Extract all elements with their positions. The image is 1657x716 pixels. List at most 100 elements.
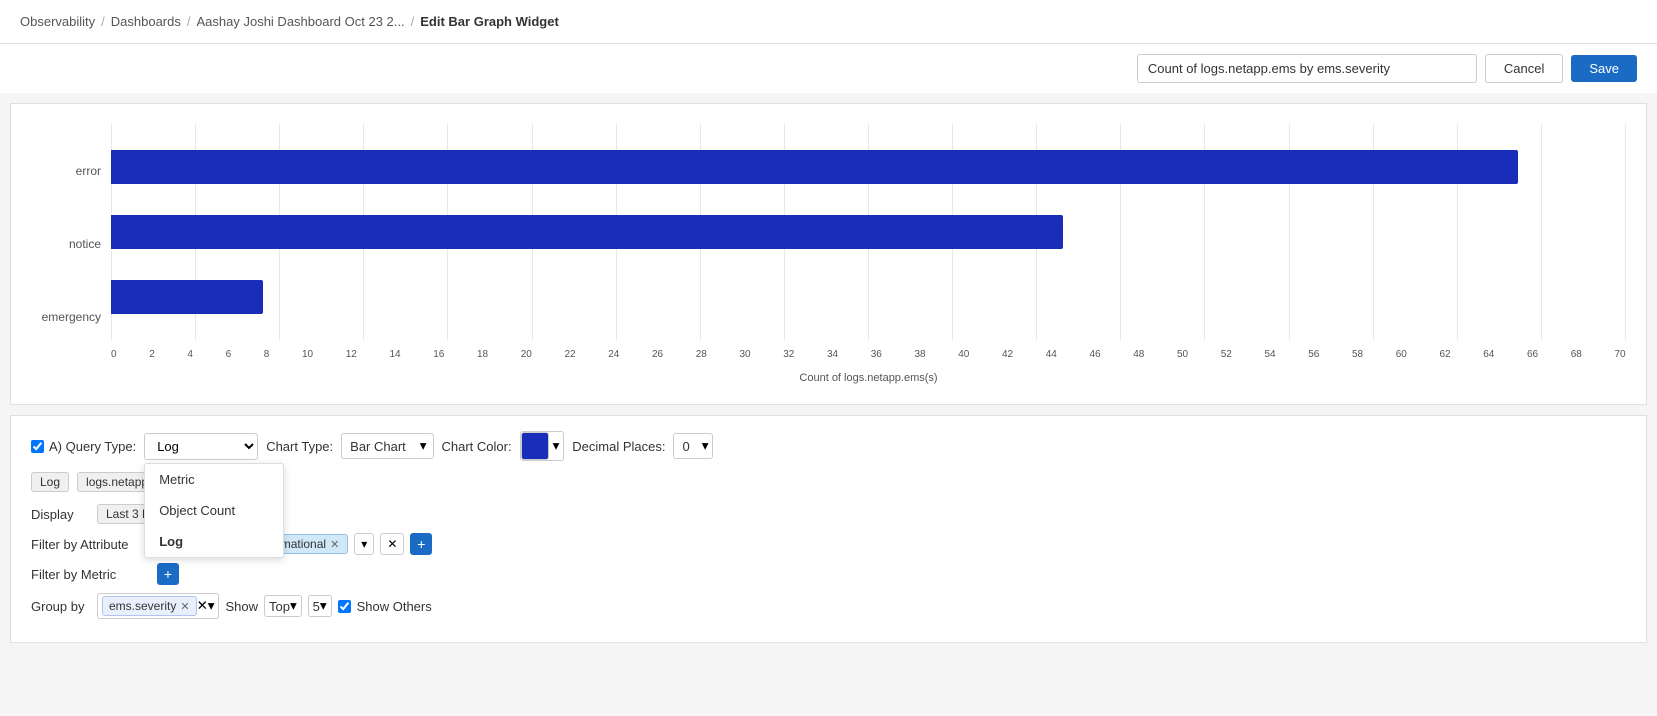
query-checkbox[interactable] bbox=[31, 440, 44, 453]
breadcrumb-dashboard-name[interactable]: Aashay Joshi Dashboard Oct 23 2... bbox=[197, 14, 405, 29]
sep1: / bbox=[101, 14, 105, 29]
x-tick: 28 bbox=[696, 349, 707, 360]
x-tick: 38 bbox=[914, 349, 925, 360]
x-tick: 58 bbox=[1352, 349, 1363, 360]
filter-attr-label: Filter by Attribute bbox=[31, 537, 151, 552]
chart-area: error notice emergency bbox=[31, 124, 1626, 384]
filter-attr-value-remove[interactable]: ✕ bbox=[330, 538, 339, 551]
x-tick: 12 bbox=[346, 349, 357, 360]
x-tick: 10 bbox=[302, 349, 313, 360]
query-type-dropdown-container: Log Metric Object Count Metric Object Co… bbox=[144, 433, 258, 460]
x-tick: 42 bbox=[1002, 349, 1013, 360]
x-tick: 32 bbox=[783, 349, 794, 360]
x-tick: 60 bbox=[1396, 349, 1407, 360]
x-tick: 56 bbox=[1308, 349, 1319, 360]
query-section: A) Query Type: Log Metric Object Count M… bbox=[10, 415, 1647, 643]
breadcrumb: Observability / Dashboards / Aashay Josh… bbox=[0, 0, 1657, 44]
top-bar: Cancel Save bbox=[0, 44, 1657, 93]
y-label-error: error bbox=[76, 164, 101, 178]
group-by-tag-text: ems.severity bbox=[109, 599, 176, 613]
chart-color-container: ▾ bbox=[520, 431, 565, 461]
decimal-dropdown-btn[interactable]: ▾ bbox=[698, 434, 713, 458]
x-tick: 8 bbox=[264, 349, 270, 360]
x-axis-ticks: 0 2 4 6 8 10 12 14 16 18 20 22 24 26 bbox=[111, 349, 1626, 360]
breadcrumb-current: Edit Bar Graph Widget bbox=[420, 14, 559, 29]
x-tick: 50 bbox=[1177, 349, 1188, 360]
x-tick: 22 bbox=[564, 349, 575, 360]
y-labels: error notice emergency bbox=[31, 124, 111, 384]
sep2: / bbox=[187, 14, 191, 29]
query-type-select[interactable]: Log Metric Object Count bbox=[144, 433, 258, 460]
group-by-label: Group by bbox=[31, 599, 91, 614]
chart-color-btn[interactable] bbox=[521, 432, 549, 460]
group-by-row: Group by ems.severity ✕ ✕ ▾ Show Top ▾ 5… bbox=[31, 593, 1626, 619]
chart-type-value: Bar Chart bbox=[342, 435, 414, 458]
x-tick: 48 bbox=[1133, 349, 1144, 360]
chart-color-dropdown-btn[interactable]: ▾ bbox=[549, 434, 564, 458]
top-dropdown-btn[interactable]: ▾ bbox=[290, 598, 297, 614]
filter-attr-add-btn[interactable]: + bbox=[410, 533, 432, 555]
bar-rows bbox=[111, 124, 1626, 340]
chart-type-select-container: Bar Chart ▾ bbox=[341, 433, 433, 459]
filter-metric-row: Filter by Metric + bbox=[31, 563, 1626, 585]
chart-type-label: Chart Type: bbox=[266, 439, 333, 454]
dropdown-item-log[interactable]: Log bbox=[145, 526, 283, 557]
bar-row-emergency bbox=[111, 272, 1626, 322]
group-by-dropdown-btn[interactable]: ▾ bbox=[208, 598, 215, 614]
top-value: Top bbox=[269, 599, 290, 614]
x-tick: 20 bbox=[521, 349, 532, 360]
x-tick: 54 bbox=[1264, 349, 1275, 360]
dropdown-item-metric[interactable]: Metric bbox=[145, 464, 283, 495]
show-label: Show bbox=[225, 599, 258, 614]
cancel-button[interactable]: Cancel bbox=[1485, 54, 1563, 83]
x-tick: 18 bbox=[477, 349, 488, 360]
x-tick: 70 bbox=[1614, 349, 1625, 360]
top-count-value: 5 bbox=[313, 599, 320, 614]
query-type-checkbox-label: A) Query Type: bbox=[31, 439, 136, 454]
decimal-places-container: 0 ▾ bbox=[673, 433, 713, 459]
bars-section: 0 2 4 6 8 10 12 14 16 18 20 22 24 26 bbox=[111, 124, 1626, 384]
widget-name-input[interactable] bbox=[1137, 54, 1477, 83]
x-tick: 26 bbox=[652, 349, 663, 360]
top-count-dropdown-btn[interactable]: ▾ bbox=[320, 598, 327, 614]
filter-metric-add-btn[interactable]: + bbox=[157, 563, 179, 585]
bar-notice bbox=[111, 215, 1063, 249]
x-tick: 34 bbox=[827, 349, 838, 360]
chart-type-dropdown-btn[interactable]: ▾ bbox=[414, 434, 433, 458]
x-tick: 40 bbox=[958, 349, 969, 360]
chart-color-label: Chart Color: bbox=[442, 439, 512, 454]
group-by-tag-remove[interactable]: ✕ bbox=[180, 600, 189, 613]
y-label-notice: notice bbox=[69, 237, 101, 251]
x-tick: 44 bbox=[1046, 349, 1057, 360]
x-tick: 30 bbox=[739, 349, 750, 360]
breadcrumb-observability[interactable]: Observability bbox=[20, 14, 95, 29]
bar-emergency bbox=[111, 280, 263, 314]
x-tick: 62 bbox=[1439, 349, 1450, 360]
x-tick: 14 bbox=[389, 349, 400, 360]
group-by-clear-btn[interactable]: ✕ bbox=[197, 598, 208, 614]
dropdown-item-object-count[interactable]: Object Count bbox=[145, 495, 283, 526]
x-tick: 46 bbox=[1089, 349, 1100, 360]
save-button[interactable]: Save bbox=[1571, 55, 1637, 82]
decimal-value: 0 bbox=[674, 435, 697, 458]
x-tick: 2 bbox=[149, 349, 155, 360]
log-pill: Log bbox=[31, 472, 69, 492]
decimal-places-label: Decimal Places: bbox=[572, 439, 665, 454]
filter-attr-clear-btn[interactable]: ✕ bbox=[380, 533, 404, 555]
query-type-dropdown-overlay: Metric Object Count Log bbox=[144, 463, 284, 558]
breadcrumb-dashboards[interactable]: Dashboards bbox=[111, 14, 181, 29]
x-tick: 16 bbox=[433, 349, 444, 360]
filter-metric-label: Filter by Metric bbox=[31, 567, 151, 582]
show-others-checkbox[interactable] bbox=[338, 600, 351, 613]
query-row-1: A) Query Type: Log Metric Object Count M… bbox=[31, 431, 1626, 461]
x-tick: 24 bbox=[608, 349, 619, 360]
bar-row-notice bbox=[111, 207, 1626, 257]
sep3: / bbox=[411, 14, 415, 29]
x-tick: 66 bbox=[1527, 349, 1538, 360]
top-count-container: 5 ▾ bbox=[308, 595, 332, 617]
bar-row-error bbox=[111, 142, 1626, 192]
bar-error bbox=[111, 150, 1518, 184]
filter-attr-dropdown-btn[interactable]: ▾ bbox=[354, 533, 374, 555]
group-by-tag: ems.severity ✕ bbox=[102, 596, 197, 616]
bars-and-grid: 0 2 4 6 8 10 12 14 16 18 20 22 24 26 bbox=[111, 124, 1626, 370]
